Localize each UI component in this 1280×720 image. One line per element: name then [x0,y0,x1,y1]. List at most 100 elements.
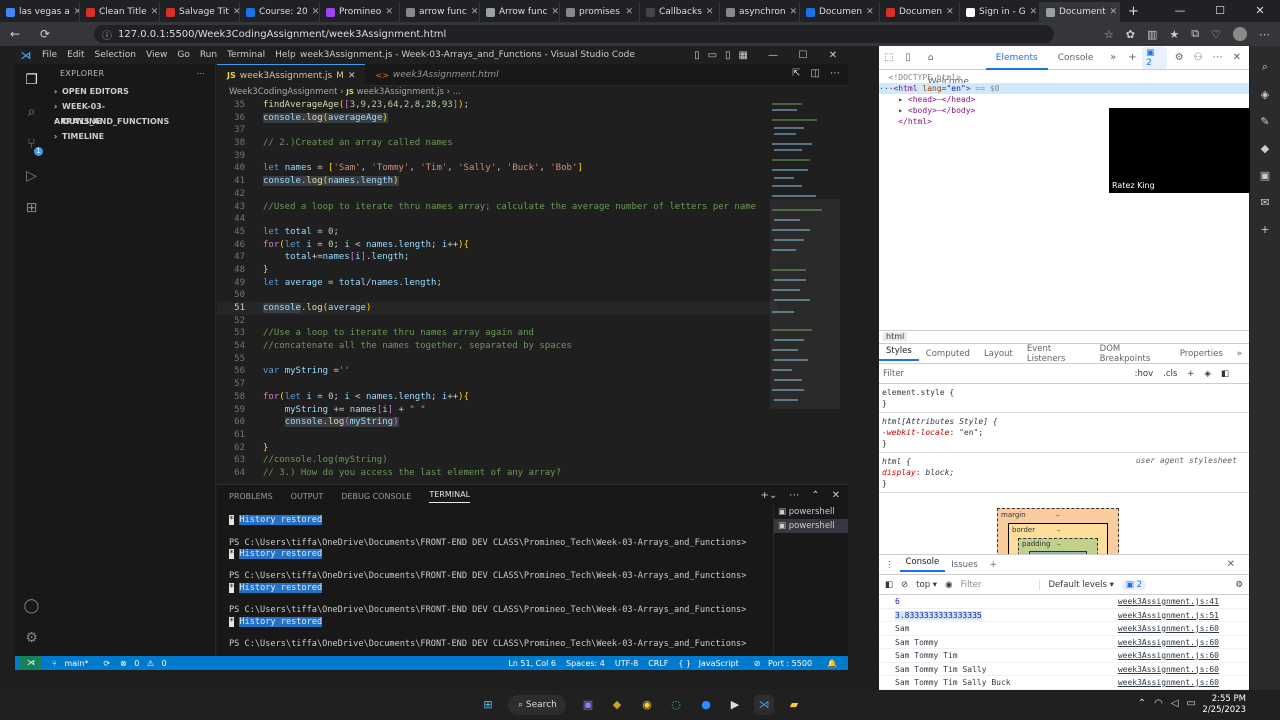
customize-layout-icon[interactable]: ▦ [739,50,748,61]
close-tab-icon[interactable]: ✕ [946,7,954,17]
console-settings-icon[interactable]: ⚙ [1235,580,1243,590]
tools-icon[interactable]: ✎ [1250,115,1280,128]
run-debug-icon[interactable]: ▷ [23,168,40,185]
more-icon[interactable]: ⋯ [1259,28,1270,41]
tab-console-drawer[interactable]: Console [899,557,946,572]
outlook-icon[interactable]: ✉ [1250,196,1280,209]
taskbar-search[interactable]: ⌕ Search [508,695,566,715]
remote-icon[interactable]: ⋊ [20,656,42,670]
close-button[interactable]: ✕ [1240,0,1280,22]
tab-problems[interactable]: PROBLEMS [229,492,273,501]
toggle-panel-icon[interactable]: ▭ [708,50,717,61]
sidebar-toggle-icon[interactable]: ◧ [1221,369,1229,379]
close-tab-icon[interactable]: ✕ [790,7,798,17]
menu-item-edit[interactable]: Edit [67,50,84,60]
terminal-instance[interactable]: ▣ powershell [774,505,848,519]
close-drawer-icon[interactable]: ✕ [1221,559,1241,570]
tab-week3assignment-js[interactable]: JS week3Assignment.js M ✕ [217,64,366,86]
more-icon[interactable]: ⋯ [1213,52,1223,63]
language-mode[interactable]: { } JavaScript [678,659,743,668]
add-drawer-tab-icon[interactable]: + [984,560,1003,570]
open-preview-icon[interactable]: ⇱ [792,68,800,79]
maximize-panel-icon[interactable]: ⌃ [811,490,819,501]
search-icon[interactable]: ⌕ [23,104,40,121]
minimize-button[interactable]: — [758,50,788,61]
people-icon[interactable]: ⚇ [1194,52,1203,63]
sidebar-section-open-editors[interactable]: › OPEN EDITORS [48,84,215,99]
close-tab-icon[interactable]: ✕ [233,7,239,17]
office-icon[interactable]: ▣ [1250,169,1280,182]
source-link[interactable]: week3Assignment.js:41 [1118,595,1219,609]
sidebar-section-timeline[interactable]: › TIMELINE [48,129,215,144]
add-tab-icon[interactable]: + [1123,52,1142,63]
close-devtools-icon[interactable]: ✕ [1233,52,1241,63]
close-tab-icon[interactable]: ✕ [151,7,159,17]
menu-item-terminal[interactable]: Terminal [227,50,265,60]
clear-console-icon[interactable]: ⊘ [901,580,908,590]
dom-node[interactable]: <!DOCTYPE html> [879,72,1249,83]
new-terminal-icon[interactable]: +⌄ [760,490,777,501]
live-server-port[interactable]: ⊘ Port : 5500 [754,659,817,668]
dom-node[interactable]: ▸ <head>⋯</head> [879,94,1249,105]
tab-output[interactable]: OUTPUT [291,492,324,501]
log-levels-dropdown[interactable]: Default levels ▾ [1048,580,1113,590]
site-info-icon[interactable]: ⓘ [102,27,112,42]
browser-tab[interactable]: Document ✕ [1040,2,1120,22]
toggle-secondary-icon[interactable]: ▯ [725,50,731,61]
live-expression-icon[interactable]: ◉ [945,580,952,590]
cls-toggle[interactable]: .cls [1163,369,1177,379]
expand-icon[interactable]: ▸ [898,95,903,104]
shield-icon[interactable]: ♡ [1211,28,1221,41]
tab-layout[interactable]: Layout [977,349,1020,359]
explorer-icon[interactable]: ❐ [23,72,40,89]
tab-dom-breakpoints[interactable]: DOM Breakpoints [1093,344,1173,364]
browser-tab[interactable]: Arrow func ✕ [480,2,560,22]
account-icon[interactable]: ◯ [23,598,40,615]
close-button[interactable]: ✕ [818,50,848,61]
media-player-icon[interactable]: ▶ [725,695,745,715]
app-icon[interactable]: ◆ [607,695,627,715]
problems-status[interactable]: ⊗ 0 ⚠ 0 [120,659,172,668]
box-model-diagram[interactable]: margin – border – padding – [997,508,1119,559]
close-tab-icon[interactable]: ✕ [551,7,559,17]
favorite-icon[interactable]: ☆ [1104,28,1114,41]
maximize-button[interactable]: ☐ [788,50,818,61]
terminal-instance[interactable]: ▣ powershell [774,519,848,533]
split-editor-icon[interactable]: ◫ [811,68,820,79]
source-control-icon[interactable]: ⑂ 1 [23,136,43,156]
extensions-icon[interactable]: ⊞ [23,200,40,217]
browser-tab[interactable]: las vegas a✕ [0,2,80,22]
browser-tab[interactable]: Promineo ✕ [320,2,400,22]
close-tab-icon[interactable]: ✕ [866,7,874,17]
panel-more-icon[interactable]: ⋯ [789,490,799,501]
git-branch[interactable]: ⑂ main* [52,659,93,668]
encoding[interactable]: UTF-8 [615,659,638,668]
drawer-more-icon[interactable]: ⋮ [879,560,900,570]
menu-item-go[interactable]: Go [177,50,189,60]
expand-icon[interactable]: ▸ [898,106,903,115]
tab-welcome[interactable]: ⌂ Welcome [918,46,986,87]
source-link[interactable]: week3Assignment.js:60 [1118,622,1219,636]
more-tabs-icon[interactable]: » [1230,349,1249,359]
browser-tab[interactable]: Documen ✕ [880,2,960,22]
source-link[interactable]: week3Assignment.js:51 [1118,609,1219,623]
close-tab-icon[interactable]: ✕ [312,7,319,17]
source-link[interactable]: week3Assignment.js:60 [1118,663,1219,677]
minimize-button[interactable]: — [1160,0,1200,22]
more-tabs-icon[interactable]: » [1103,52,1122,63]
line-ending[interactable]: CRLF [648,659,668,668]
sync-icon[interactable]: ⟳ [103,659,110,668]
browser-tab[interactable]: Clean Title ✕ [80,2,160,22]
browser-tab[interactable]: Documen ✕ [800,2,880,22]
browser-tab[interactable]: Sign in - G ✕ [960,2,1040,22]
menu-item-run[interactable]: Run [200,50,217,60]
tab-event-listeners[interactable]: Event Listeners [1020,344,1093,364]
source-link[interactable]: week3Assignment.js:60 [1118,636,1219,650]
browser-tab[interactable]: Course: 20 ✕ [240,2,320,22]
favorites-bar-icon[interactable]: ★ [1169,28,1179,41]
browser-tab[interactable]: Salvage Tit ✕ [160,2,240,22]
tab-elements[interactable]: Elements [985,46,1048,70]
breadcrumb-file[interactable]: week3Assignment.js [357,87,444,97]
breadcrumb-folder[interactable]: Week3CodingAssignment [229,87,337,97]
split-screen-icon[interactable]: ▥ [1147,28,1157,41]
